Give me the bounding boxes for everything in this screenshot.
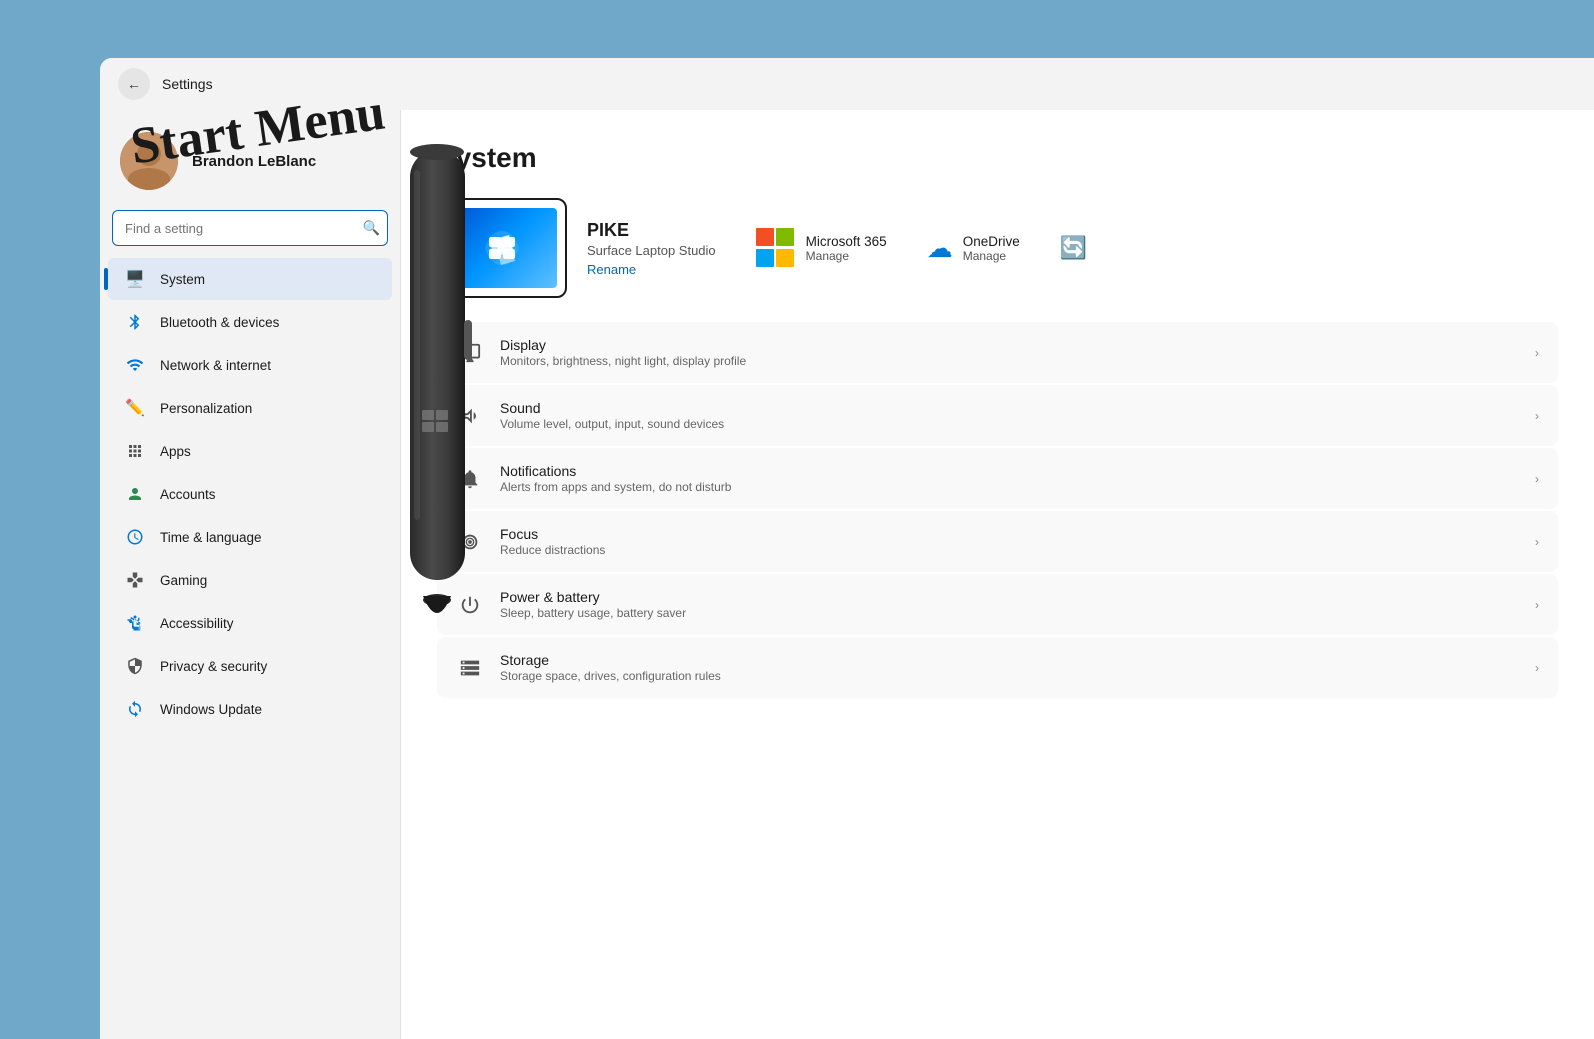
m365-action: Manage	[806, 249, 887, 263]
sidebar-item-personalization[interactable]: ✏️ Personalization	[108, 387, 392, 429]
wir-icon: 🔄	[1060, 235, 1087, 261]
content-area: Brandon LeBlanc 🔍 🖥️ System Bluetooth & …	[100, 110, 1594, 1039]
sidebar-item-accounts[interactable]: Accounts	[108, 473, 392, 515]
network-icon	[124, 354, 146, 376]
power-title: Power & battery	[500, 589, 686, 605]
accounts-icon	[124, 483, 146, 505]
power-chevron: ›	[1535, 598, 1539, 612]
nav-label-gaming: Gaming	[160, 573, 207, 588]
device-screen	[447, 208, 557, 288]
sidebar-item-gaming[interactable]: Gaming	[108, 559, 392, 601]
accessibility-icon	[124, 612, 146, 634]
onedrive-name: OneDrive	[963, 234, 1020, 249]
storage-chevron: ›	[1535, 661, 1539, 675]
notifications-chevron: ›	[1535, 472, 1539, 486]
settings-item-power[interactable]: Power & battery Sleep, battery usage, ba…	[437, 574, 1558, 635]
nav-label-apps: Apps	[160, 444, 191, 459]
gaming-icon	[124, 569, 146, 591]
sidebar-item-network[interactable]: Network & internet	[108, 344, 392, 386]
app-card-partial[interactable]: 🔄	[1040, 223, 1100, 273]
back-button[interactable]: ←	[118, 68, 150, 100]
bluetooth-icon	[124, 311, 146, 333]
device-info: PIKE Surface Laptop Studio Rename	[587, 220, 716, 277]
app-card-onedrive[interactable]: ☁ OneDrive Manage	[907, 221, 1040, 276]
nav-label-accounts: Accounts	[160, 487, 216, 502]
nav-label-update: Windows Update	[160, 702, 262, 717]
sidebar-item-time[interactable]: Time & language	[108, 516, 392, 558]
sound-chevron: ›	[1535, 409, 1539, 423]
time-icon	[124, 526, 146, 548]
notifications-icon	[456, 465, 484, 493]
settings-window: ← Settings Brandon LeBlanc 🔍 🖥️ Syst	[100, 58, 1594, 1039]
sound-desc: Volume level, output, input, sound devic…	[500, 417, 724, 431]
search-box: 🔍	[112, 210, 388, 246]
rename-link[interactable]: Rename	[587, 262, 716, 277]
nav-label-time: Time & language	[160, 530, 262, 545]
m365-icon	[756, 228, 796, 268]
device-card	[437, 198, 567, 298]
nav-label-accessibility: Accessibility	[160, 616, 234, 631]
sidebar-item-accessibility[interactable]: Accessibility	[108, 602, 392, 644]
storage-desc: Storage space, drives, configuration rul…	[500, 669, 721, 683]
notifications-title: Notifications	[500, 463, 731, 479]
display-desc: Monitors, brightness, night light, displ…	[500, 354, 746, 368]
user-section: Brandon LeBlanc	[100, 120, 400, 206]
settings-item-display[interactable]: Display Monitors, brightness, night ligh…	[437, 322, 1558, 383]
sidebar-item-privacy[interactable]: Privacy & security	[108, 645, 392, 687]
nav-list: 🖥️ System Bluetooth & devices Network & …	[100, 258, 400, 730]
sidebar: Brandon LeBlanc 🔍 🖥️ System Bluetooth & …	[100, 110, 400, 1039]
focus-desc: Reduce distractions	[500, 543, 605, 557]
titlebar: ← Settings	[100, 58, 1594, 110]
system-icon: 🖥️	[124, 268, 146, 290]
windows-logo	[475, 221, 530, 276]
sound-icon	[456, 402, 484, 430]
update-icon	[124, 698, 146, 720]
device-model: Surface Laptop Studio	[587, 243, 716, 258]
focus-icon	[456, 528, 484, 556]
nav-label-privacy: Privacy & security	[160, 659, 267, 674]
window-title: Settings	[162, 76, 213, 92]
storage-icon	[456, 654, 484, 682]
nav-label-network: Network & internet	[160, 358, 271, 373]
onedrive-action: Manage	[963, 249, 1020, 263]
settings-item-focus[interactable]: Focus Reduce distractions ›	[437, 511, 1558, 572]
focus-title: Focus	[500, 526, 605, 542]
power-icon	[456, 591, 484, 619]
username: Brandon LeBlanc	[192, 153, 316, 170]
nav-label-system: System	[160, 272, 205, 287]
main-content: System	[400, 110, 1594, 1039]
storage-title: Storage	[500, 652, 721, 668]
app-cards: Microsoft 365 Manage ☁ OneDrive Manage	[736, 216, 1558, 280]
settings-item-notifications[interactable]: Notifications Alerts from apps and syste…	[437, 448, 1558, 509]
avatar	[120, 132, 178, 190]
display-icon	[456, 339, 484, 367]
nav-label-bluetooth: Bluetooth & devices	[160, 315, 279, 330]
privacy-icon	[124, 655, 146, 677]
settings-list: Display Monitors, brightness, night ligh…	[437, 322, 1558, 698]
display-title: Display	[500, 337, 746, 353]
apps-icon	[124, 440, 146, 462]
sidebar-item-update[interactable]: Windows Update	[108, 688, 392, 730]
personalization-icon: ✏️	[124, 397, 146, 419]
notifications-desc: Alerts from apps and system, do not dist…	[500, 480, 731, 494]
device-row: PIKE Surface Laptop Studio Rename	[437, 198, 1558, 298]
focus-chevron: ›	[1535, 535, 1539, 549]
sidebar-item-apps[interactable]: Apps	[108, 430, 392, 472]
m365-name: Microsoft 365	[806, 234, 887, 249]
settings-item-sound[interactable]: Sound Volume level, output, input, sound…	[437, 385, 1558, 446]
nav-label-personalization: Personalization	[160, 401, 252, 416]
sound-title: Sound	[500, 400, 724, 416]
sidebar-item-bluetooth[interactable]: Bluetooth & devices	[108, 301, 392, 343]
avatar-image	[120, 132, 178, 190]
settings-item-storage[interactable]: Storage Storage space, drives, configura…	[437, 637, 1558, 698]
app-card-m365[interactable]: Microsoft 365 Manage	[736, 216, 907, 280]
search-input[interactable]	[112, 210, 388, 246]
search-button[interactable]: 🔍	[363, 220, 380, 237]
power-desc: Sleep, battery usage, battery saver	[500, 606, 686, 620]
display-chevron: ›	[1535, 346, 1539, 360]
sidebar-item-system[interactable]: 🖥️ System	[108, 258, 392, 300]
page-title: System	[437, 142, 1558, 174]
onedrive-icon: ☁	[927, 233, 953, 264]
device-name: PIKE	[587, 220, 716, 241]
